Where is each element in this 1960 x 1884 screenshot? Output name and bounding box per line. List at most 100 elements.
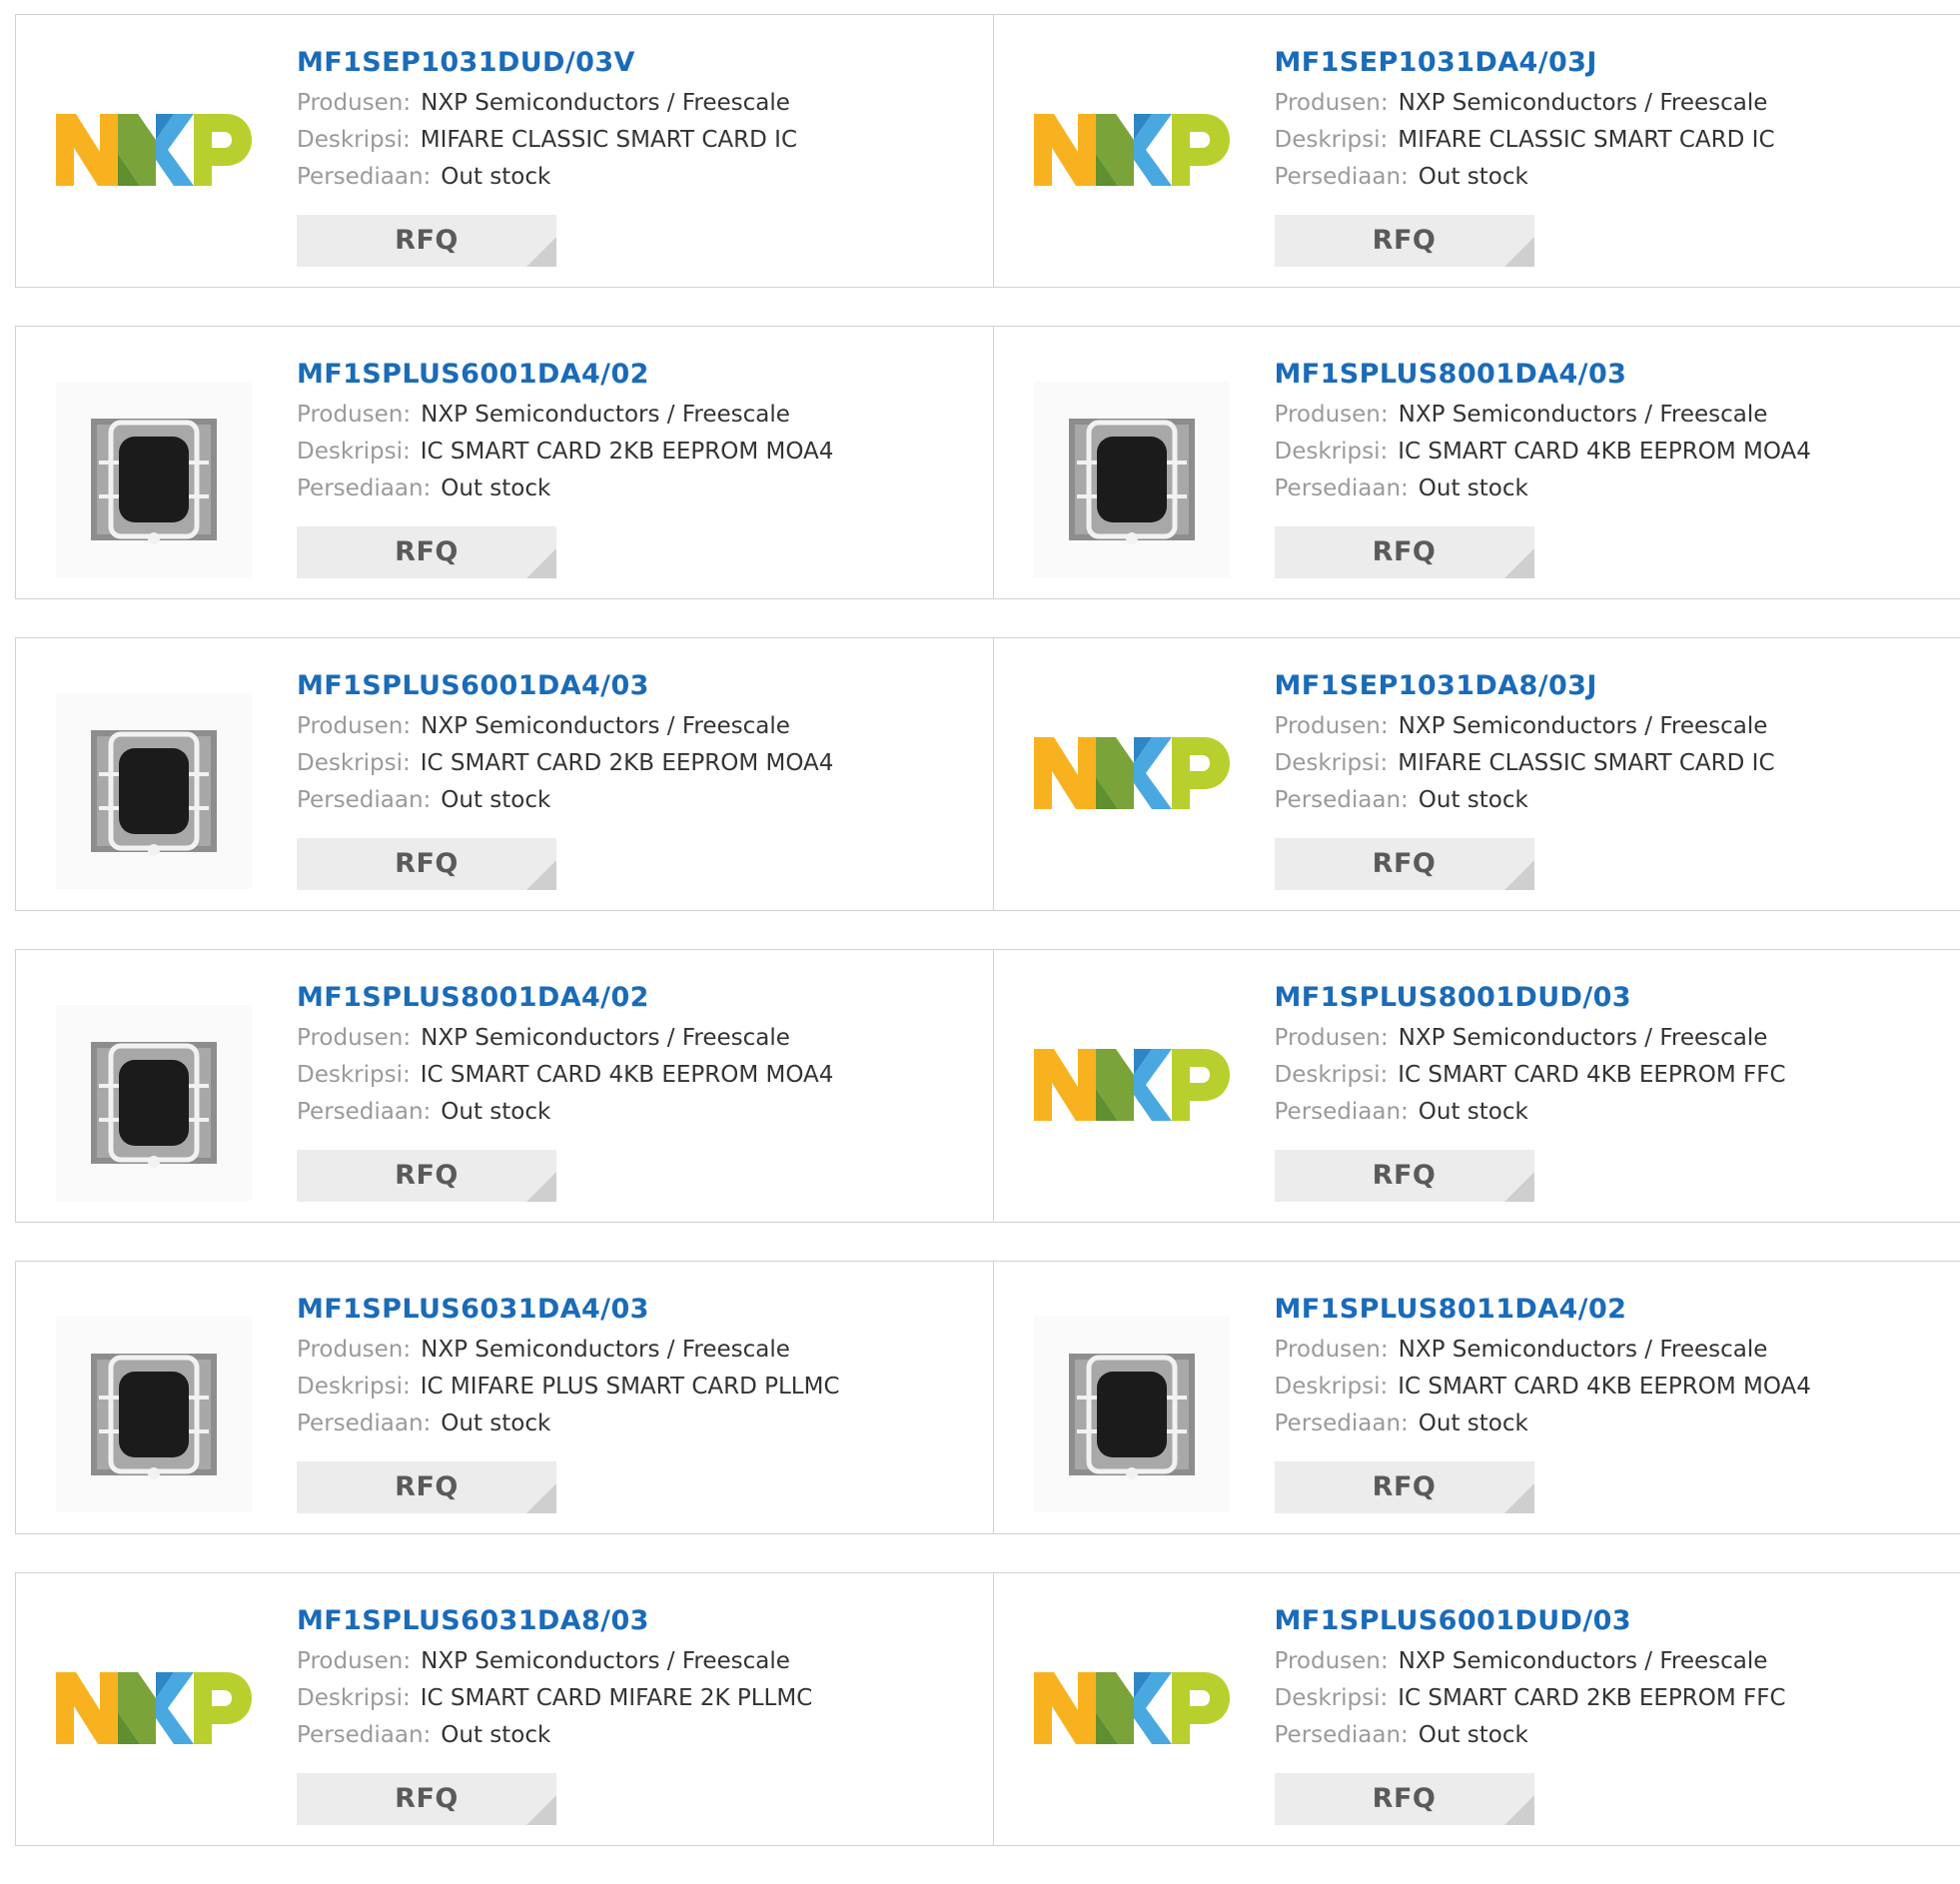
product-image[interactable] xyxy=(56,1653,252,1763)
stock-row: Persediaan:Out stock xyxy=(1275,1406,1811,1442)
description-row: Deskripsi:IC SMART CARD MIFARE 2K PLLMC xyxy=(297,1680,812,1717)
product-image[interactable] xyxy=(1034,1030,1230,1140)
rfq-button[interactable]: RFQ xyxy=(297,1150,556,1202)
part-number-link[interactable]: MF1SPLUS8011DA4/02 xyxy=(1275,1292,1811,1332)
description-value: IC SMART CARD 4KB EEPROM MOA4 xyxy=(1398,439,1811,465)
manufacturer-value: NXP Semiconductors / Freescale xyxy=(421,1648,790,1674)
corner-triangle-icon xyxy=(1504,860,1534,890)
rfq-button[interactable]: RFQ xyxy=(297,838,556,890)
manufacturer-label: Produsen: xyxy=(1275,713,1389,739)
part-number-link[interactable]: MF1SPLUS6001DA4/03 xyxy=(297,668,833,708)
rfq-button[interactable]: RFQ xyxy=(297,1773,556,1825)
corner-triangle-icon xyxy=(1504,1172,1534,1202)
stock-label: Persediaan: xyxy=(1275,1722,1409,1748)
rfq-button-label: RFQ xyxy=(1373,1471,1437,1502)
product-image[interactable] xyxy=(1034,382,1230,577)
chip-module-icon xyxy=(89,726,219,856)
product-grid: MF1SEP1031DUD/03V Produsen:NXP Semicondu… xyxy=(15,14,1960,1884)
description-label: Deskripsi: xyxy=(1275,1062,1389,1088)
stock-row: Persediaan:Out stock xyxy=(297,782,833,819)
product-image[interactable] xyxy=(56,95,252,205)
description-label: Deskripsi: xyxy=(297,750,411,776)
product-image[interactable] xyxy=(56,693,252,889)
stock-value: Out stock xyxy=(441,164,550,190)
manufacturer-value: NXP Semiconductors / Freescale xyxy=(421,90,790,116)
description-value: IC SMART CARD 2KB EEPROM MOA4 xyxy=(421,750,834,776)
stock-label: Persediaan: xyxy=(1275,1099,1409,1125)
rfq-button-label: RFQ xyxy=(1373,1783,1437,1814)
manufacturer-label: Produsen: xyxy=(297,1337,411,1363)
part-number-link[interactable]: MF1SPLUS8001DUD/03 xyxy=(1275,980,1786,1020)
part-number-link[interactable]: MF1SEP1031DA8/03J xyxy=(1275,668,1775,708)
nxp-logo-icon xyxy=(56,1672,252,1744)
part-number-link[interactable]: MF1SPLUS6001DUD/03 xyxy=(1275,1603,1786,1643)
rfq-button[interactable]: RFQ xyxy=(1275,526,1534,578)
rfq-button-label: RFQ xyxy=(1373,1160,1437,1191)
product-card: MF1SEP1031DUD/03V Produsen:NXP Semicondu… xyxy=(16,15,993,287)
rfq-button[interactable]: RFQ xyxy=(1275,1461,1534,1513)
rfq-button[interactable]: RFQ xyxy=(1275,1773,1534,1825)
stock-row: Persediaan:Out stock xyxy=(297,471,833,507)
product-image[interactable] xyxy=(1034,95,1230,205)
product-card: MF1SPLUS6001DUD/03 Produsen:NXP Semicond… xyxy=(993,1573,1960,1845)
product-info: MF1SPLUS8011DA4/02 Produsen:NXP Semicond… xyxy=(1275,1292,1811,1442)
part-number-link[interactable]: MF1SPLUS6031DA8/03 xyxy=(297,1603,812,1643)
description-value: MIFARE CLASSIC SMART CARD IC xyxy=(1398,750,1774,776)
rfq-button[interactable]: RFQ xyxy=(1275,1150,1534,1202)
product-info: MF1SPLUS6031DA8/03 Produsen:NXP Semicond… xyxy=(297,1603,812,1754)
part-number-link[interactable]: MF1SPLUS8001DA4/02 xyxy=(297,980,833,1020)
description-row: Deskripsi:IC SMART CARD 4KB EEPROM MOA4 xyxy=(297,1057,833,1094)
stock-value: Out stock xyxy=(1419,164,1528,190)
stock-label: Persediaan: xyxy=(297,475,431,501)
rfq-button[interactable]: RFQ xyxy=(1275,215,1534,267)
product-image[interactable] xyxy=(1034,718,1230,828)
description-value: IC SMART CARD 2KB EEPROM MOA4 xyxy=(421,439,834,465)
description-label: Deskripsi: xyxy=(297,127,411,153)
description-label: Deskripsi: xyxy=(1275,1374,1389,1400)
part-number-link[interactable]: MF1SPLUS8001DA4/03 xyxy=(1275,357,1811,397)
product-card: MF1SPLUS8001DA4/02 Produsen:NXP Semicond… xyxy=(16,950,993,1222)
rfq-button[interactable]: RFQ xyxy=(1275,838,1534,890)
manufacturer-row: Produsen:NXP Semiconductors / Freescale xyxy=(297,1020,833,1057)
rfq-button[interactable]: RFQ xyxy=(297,1461,556,1513)
chip-module-icon xyxy=(1067,415,1197,544)
part-number-link[interactable]: MF1SEP1031DA4/03J xyxy=(1275,45,1775,85)
description-value: MIFARE CLASSIC SMART CARD IC xyxy=(1398,127,1774,153)
product-image[interactable] xyxy=(56,1005,252,1201)
description-label: Deskripsi: xyxy=(297,1062,411,1088)
manufacturer-label: Produsen: xyxy=(1275,1648,1389,1674)
product-info: MF1SPLUS8001DUD/03 Produsen:NXP Semicond… xyxy=(1275,980,1786,1131)
product-info: MF1SPLUS8001DA4/02 Produsen:NXP Semicond… xyxy=(297,980,833,1131)
description-label: Deskripsi: xyxy=(1275,1685,1389,1711)
description-row: Deskripsi:MIFARE CLASSIC SMART CARD IC xyxy=(1275,745,1775,782)
part-number-link[interactable]: MF1SPLUS6001DA4/02 xyxy=(297,357,833,397)
rfq-button[interactable]: RFQ xyxy=(297,526,556,578)
product-card: MF1SPLUS6001DA4/02 Produsen:NXP Semicond… xyxy=(16,327,993,598)
manufacturer-label: Produsen: xyxy=(1275,1025,1389,1051)
product-image[interactable] xyxy=(56,382,252,577)
product-image[interactable] xyxy=(1034,1317,1230,1512)
manufacturer-row: Produsen:NXP Semiconductors / Freescale xyxy=(1275,397,1811,434)
stock-value: Out stock xyxy=(1419,1411,1528,1436)
corner-triangle-icon xyxy=(1504,1795,1534,1825)
chip-module-icon xyxy=(89,415,219,544)
nxp-logo-icon xyxy=(1034,114,1230,186)
product-info: MF1SPLUS6001DA4/03 Produsen:NXP Semicond… xyxy=(297,668,833,819)
product-image[interactable] xyxy=(1034,1653,1230,1763)
stock-value: Out stock xyxy=(441,1099,550,1125)
description-row: Deskripsi:IC SMART CARD 4KB EEPROM FFC xyxy=(1275,1057,1786,1094)
product-card: MF1SPLUS6001DA4/03 Produsen:NXP Semicond… xyxy=(16,638,993,910)
manufacturer-row: Produsen:NXP Semiconductors / Freescale xyxy=(297,1332,840,1369)
product-card: MF1SPLUS8011DA4/02 Produsen:NXP Semicond… xyxy=(993,1262,1960,1533)
rfq-button-label: RFQ xyxy=(395,1160,459,1191)
product-info: MF1SPLUS6031DA4/03 Produsen:NXP Semicond… xyxy=(297,1292,840,1442)
corner-triangle-icon xyxy=(526,1483,556,1513)
product-image[interactable] xyxy=(56,1317,252,1512)
stock-value: Out stock xyxy=(441,1722,550,1748)
part-number-link[interactable]: MF1SPLUS6031DA4/03 xyxy=(297,1292,840,1332)
product-row: MF1SPLUS6031DA8/03 Produsen: NXP Semicond… xyxy=(15,1572,1960,1846)
rfq-button[interactable]: RFQ xyxy=(297,215,556,267)
product-card: MF1SEP1031DA8/03J Produsen:NXP Semicondu… xyxy=(993,638,1960,910)
part-number-link[interactable]: MF1SEP1031DUD/03V xyxy=(297,45,797,85)
rfq-button-label: RFQ xyxy=(1373,225,1437,256)
